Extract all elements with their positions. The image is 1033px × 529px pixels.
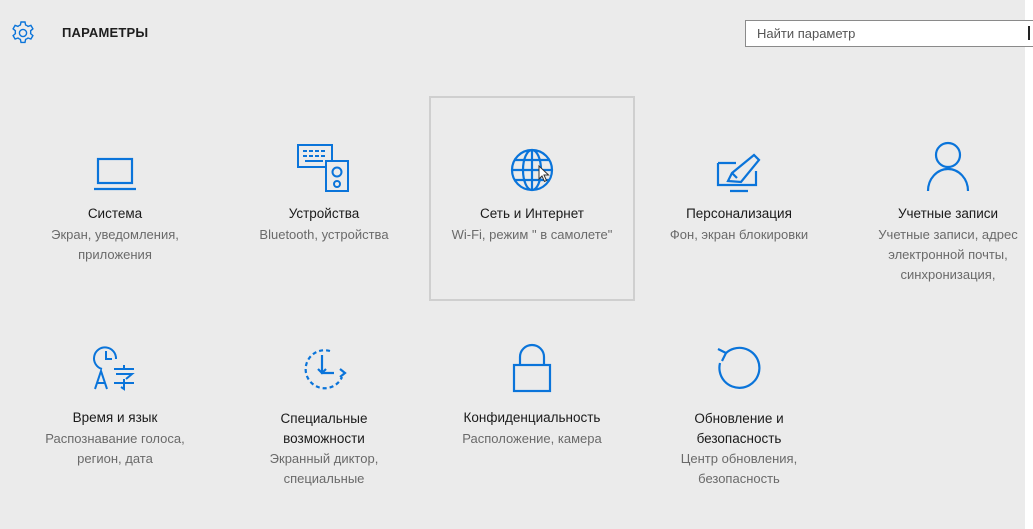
tile-devices-name: Устройства [288,206,360,221]
tile-personalization[interactable]: Персонализация Фон, экран блокировки [636,96,842,301]
tile-system-desc: Экран, уведомления, приложения [51,227,179,262]
mouse-cursor-icon [538,165,550,183]
lock-icon [512,343,552,393]
tile-privacy-desc: Расположение, камера [462,431,602,446]
tile-devices[interactable]: Устройства Bluetooth, устройства [221,96,427,301]
tile-time-language[interactable]: Время и язык Распознавание голоса, регио… [12,296,218,501]
search-input[interactable] [746,21,1027,46]
tile-update-security[interactable]: Обновление и безопасность Центр обновлен… [636,296,842,501]
time-language-icon [93,346,135,391]
update-icon [717,346,761,389]
tile-devices-desc: Bluetooth, устройства [259,227,389,242]
tile-time-language-desc: Распознавание голоса, регион, дата [45,431,185,466]
tile-privacy-name: Конфиденциальность [463,410,601,425]
tile-personalization-desc: Фон, экран блокировки [669,227,809,242]
laptop-icon [94,157,136,191]
tile-accounts-desc: Учетные записи, адрес электронной почты,… [878,227,1018,282]
accessibility-icon [304,349,347,390]
gear-icon [12,21,34,44]
person-icon [926,141,970,192]
settings-window: ПАРАМЕТРЫ Система Экран, уведомления, пр… [0,0,1033,529]
search-box[interactable] [745,20,1033,47]
tile-time-language-name: Время и язык [72,410,158,425]
tile-update-security-desc: Центр обновления, безопасность [680,451,798,486]
tile-system-name: Система [87,206,143,221]
tile-accessibility-desc: Экранный диктор, специальные [269,451,379,486]
header-bar: ПАРАМЕТРЫ [0,0,1033,60]
tile-privacy[interactable]: Конфиденциальность Расположение, камера [429,296,635,501]
page-title: ПАРАМЕТРЫ [62,25,149,40]
tile-accessibility-name: Специальные возможности [280,411,368,446]
search-caret [1028,26,1030,40]
paint-icon [716,153,761,193]
tile-update-security-name: Обновление и безопасность [694,411,784,446]
tile-accounts-name: Учетные записи [897,206,999,221]
tile-personalization-name: Персонализация [686,206,792,221]
tile-system[interactable]: Система Экран, уведомления, приложения [12,96,218,301]
tile-accounts[interactable]: Учетные записи Учетные записи, адрес эле… [845,96,1033,301]
tile-network-name: Сеть и Интернет [480,206,584,221]
tile-network-desc: Wi-Fi, режим " в самолете" [451,227,613,242]
devices-icon [297,144,349,192]
tile-accessibility[interactable]: Специальные возможности Экранный диктор,… [221,296,427,501]
tile-network[interactable]: Сеть и Интернет Wi-Fi, режим " в самолет… [429,96,635,301]
